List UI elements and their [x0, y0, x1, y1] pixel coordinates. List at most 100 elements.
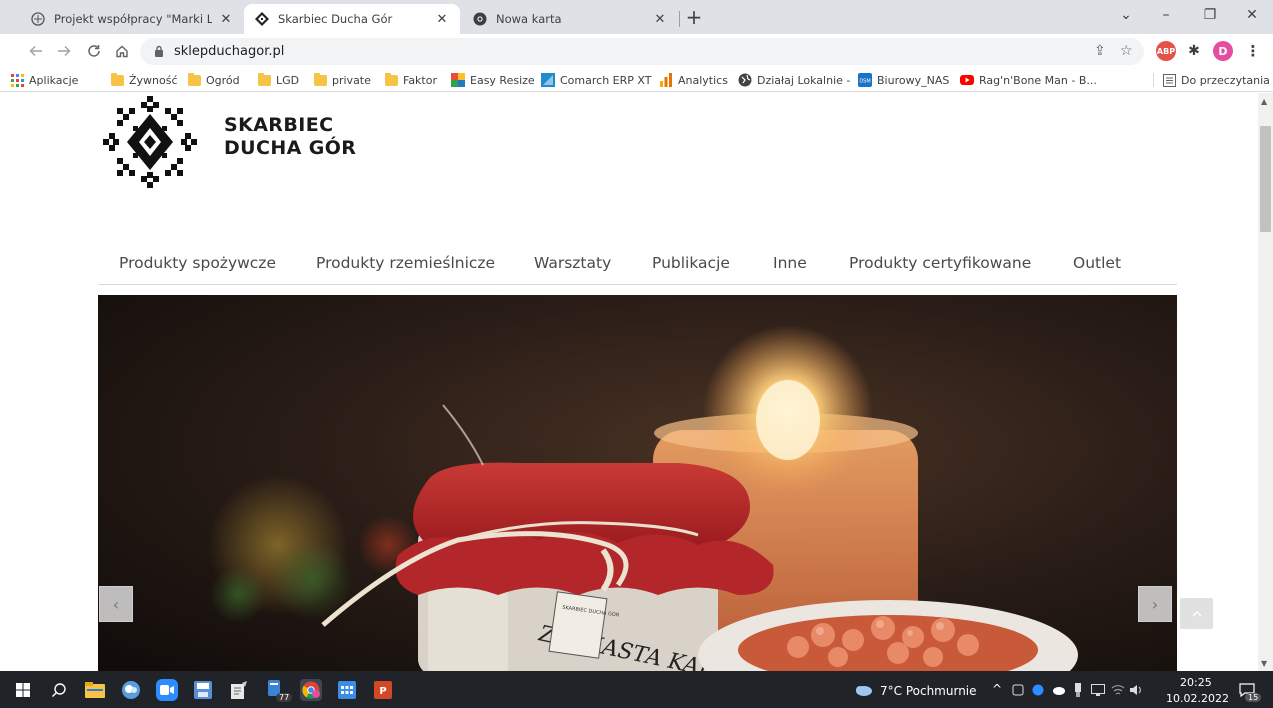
- notepad-icon[interactable]: [228, 679, 250, 701]
- minimize-button[interactable]: –: [1144, 0, 1188, 34]
- folder-icon: [384, 72, 398, 87]
- logo-line-1: SKARBIEC: [224, 114, 334, 136]
- reload-button[interactable]: [82, 39, 106, 63]
- tab-search-dropdown-icon[interactable]: ⌄: [1104, 0, 1148, 34]
- chrome-taskbar-icon[interactable]: [300, 679, 322, 701]
- calendar-icon[interactable]: [336, 679, 358, 701]
- bookmark-biurowy-nas[interactable]: DSM Biurowy_NAS: [858, 71, 949, 89]
- bookmark-analytics[interactable]: Analytics: [659, 71, 728, 89]
- close-tab-icon[interactable]: ✕: [218, 12, 234, 27]
- lock-icon: [155, 45, 163, 57]
- bookmark-lgd[interactable]: LGD: [257, 71, 299, 89]
- notification-badge: 15: [1245, 693, 1262, 702]
- site-logo-mark[interactable]: [103, 96, 197, 188]
- folder-icon: [257, 72, 271, 87]
- close-tab-icon[interactable]: ✕: [652, 12, 668, 27]
- bookmark-label: private: [332, 73, 371, 87]
- bookmark-easy-resize[interactable]: Easy Resize: [451, 71, 535, 89]
- home-button[interactable]: [110, 39, 134, 63]
- share-icon[interactable]: ⇪: [1094, 43, 1106, 59]
- scroll-thumb[interactable]: [1260, 126, 1271, 232]
- bookmarks-bar: Aplikacje Żywność Ogród LGD private Fakt…: [0, 68, 1273, 92]
- nav-inne[interactable]: Inne: [773, 254, 807, 272]
- menu-kebab-icon[interactable]: ⋮: [1243, 41, 1263, 61]
- forward-button[interactable]: [52, 39, 76, 63]
- adblock-plus-icon[interactable]: ABP: [1156, 41, 1176, 61]
- projekt-favicon-icon: [30, 11, 46, 27]
- scroll-up-arrow-icon[interactable]: ▲: [1261, 97, 1267, 106]
- scroll-down-arrow-icon[interactable]: ▼: [1261, 659, 1267, 668]
- bookmark-zywnosc[interactable]: Żywność: [110, 71, 178, 89]
- bookmark-aplikacje[interactable]: Aplikacje: [10, 71, 78, 89]
- close-window-button[interactable]: ✕: [1230, 0, 1273, 34]
- bookmark-private[interactable]: private: [313, 71, 371, 89]
- zoom-icon[interactable]: [156, 679, 178, 701]
- svg-text:DSM: DSM: [859, 79, 870, 85]
- nas-icon: DSM: [858, 73, 872, 87]
- bookmark-label: Działaj Lokalnie -: [757, 73, 851, 87]
- tab-projekt[interactable]: Projekt współpracy "Marki Lokaln ✕: [20, 4, 244, 34]
- bookmark-dzialaj-lokalnie[interactable]: Działaj Lokalnie -: [738, 71, 850, 89]
- tab-skarbiec[interactable]: Skarbiec Ducha Gór ✕: [244, 4, 460, 34]
- weather-text[interactable]: 7°C Pochmurnie: [880, 684, 977, 698]
- bookmark-label: Biurowy_NAS: [877, 73, 950, 87]
- tray-wifi-icon[interactable]: [1110, 679, 1126, 701]
- slider-next-button[interactable]: ›: [1138, 586, 1172, 622]
- snowflake-logo-icon: [103, 96, 197, 188]
- clock-date[interactable]: 10.02.2022: [1166, 692, 1229, 705]
- bookmark-ragnbone[interactable]: Rag'n'Bone Man - B...: [960, 71, 1097, 89]
- bookmark-faktor[interactable]: Faktor: [384, 71, 437, 89]
- scroll-to-top-button[interactable]: [1180, 598, 1213, 629]
- youtube-icon: [960, 73, 974, 87]
- clock-time[interactable]: 20:25: [1180, 676, 1212, 689]
- windows-start-icon[interactable]: [12, 679, 34, 701]
- comarch-icon: [541, 73, 555, 87]
- slider-prev-button[interactable]: ‹: [99, 586, 133, 622]
- nav-warsztaty[interactable]: Warsztaty: [534, 254, 611, 272]
- powerpoint-icon[interactable]: P: [372, 679, 394, 701]
- nav-publikacje[interactable]: Publikacje: [652, 254, 730, 272]
- nav-produkty-rzemieslnicze[interactable]: Produkty rzemieślnicze: [316, 254, 495, 272]
- signal-messenger-icon[interactable]: [120, 679, 142, 701]
- site-logo-text[interactable]: SKARBIEC DUCHA GÓR: [224, 114, 356, 160]
- tray-overflow-chevron-icon[interactable]: ^: [992, 682, 1002, 696]
- close-tab-icon[interactable]: ✕: [434, 12, 450, 27]
- weather-cloud-icon[interactable]: [852, 679, 874, 701]
- search-icon[interactable]: [48, 679, 70, 701]
- bookmark-ogrod[interactable]: Ogród: [187, 71, 240, 89]
- nav-outlet[interactable]: Outlet: [1073, 254, 1121, 272]
- reading-list-label: Do przeczytania: [1181, 73, 1270, 87]
- folder-icon: [187, 72, 201, 87]
- reading-list-button[interactable]: Do przeczytania: [1162, 71, 1270, 89]
- tray-camera-icon[interactable]: [1010, 679, 1026, 701]
- address-bar[interactable]: sklepduchagor.pl ⇪ ☆: [140, 38, 1144, 65]
- tray-zoom-icon[interactable]: [1030, 679, 1046, 701]
- tab-title: Skarbiec Ducha Gór: [278, 12, 393, 26]
- folder-icon: [313, 72, 327, 87]
- bookmark-label: Easy Resize: [470, 73, 535, 87]
- page-scrollbar[interactable]: ▲ ▼: [1258, 93, 1273, 671]
- svg-text:P: P: [379, 686, 386, 697]
- bookmark-label: Comarch ERP XT: [560, 73, 652, 87]
- tray-usb-icon[interactable]: [1070, 679, 1086, 701]
- tray-volume-icon[interactable]: [1128, 679, 1144, 701]
- tray-onedrive-icon[interactable]: [1050, 679, 1066, 701]
- new-tab-button[interactable]: +: [682, 6, 706, 30]
- tray-display-icon[interactable]: [1090, 679, 1106, 701]
- reading-list-icon: [1162, 73, 1176, 87]
- tab-nowa-karta[interactable]: Nowa karta ✕: [462, 4, 678, 34]
- bookmark-comarch[interactable]: Comarch ERP XT: [541, 71, 651, 89]
- bookmark-star-icon[interactable]: ☆: [1120, 43, 1133, 59]
- back-button[interactable]: [24, 39, 48, 63]
- file-explorer-icon[interactable]: [84, 679, 106, 701]
- restore-button[interactable]: ❐: [1188, 0, 1232, 34]
- save-floppy-icon[interactable]: [192, 679, 214, 701]
- nav-produkty-certyfikowane[interactable]: Produkty certyfikowane: [849, 254, 1031, 272]
- tab-title: Nowa karta: [496, 12, 562, 26]
- hero-slider: ZIOMASTA KARKONOSKA SKARBIEC DUCHA GÓR: [98, 295, 1177, 671]
- logo-line-2: DUCHA GÓR: [224, 137, 357, 159]
- nav-produkty-spozywcze[interactable]: Produkty spożywcze: [119, 254, 276, 272]
- profile-avatar[interactable]: D: [1213, 41, 1233, 61]
- extensions-puzzle-icon[interactable]: ✱: [1184, 41, 1204, 61]
- back-arrow-icon: [29, 46, 42, 56]
